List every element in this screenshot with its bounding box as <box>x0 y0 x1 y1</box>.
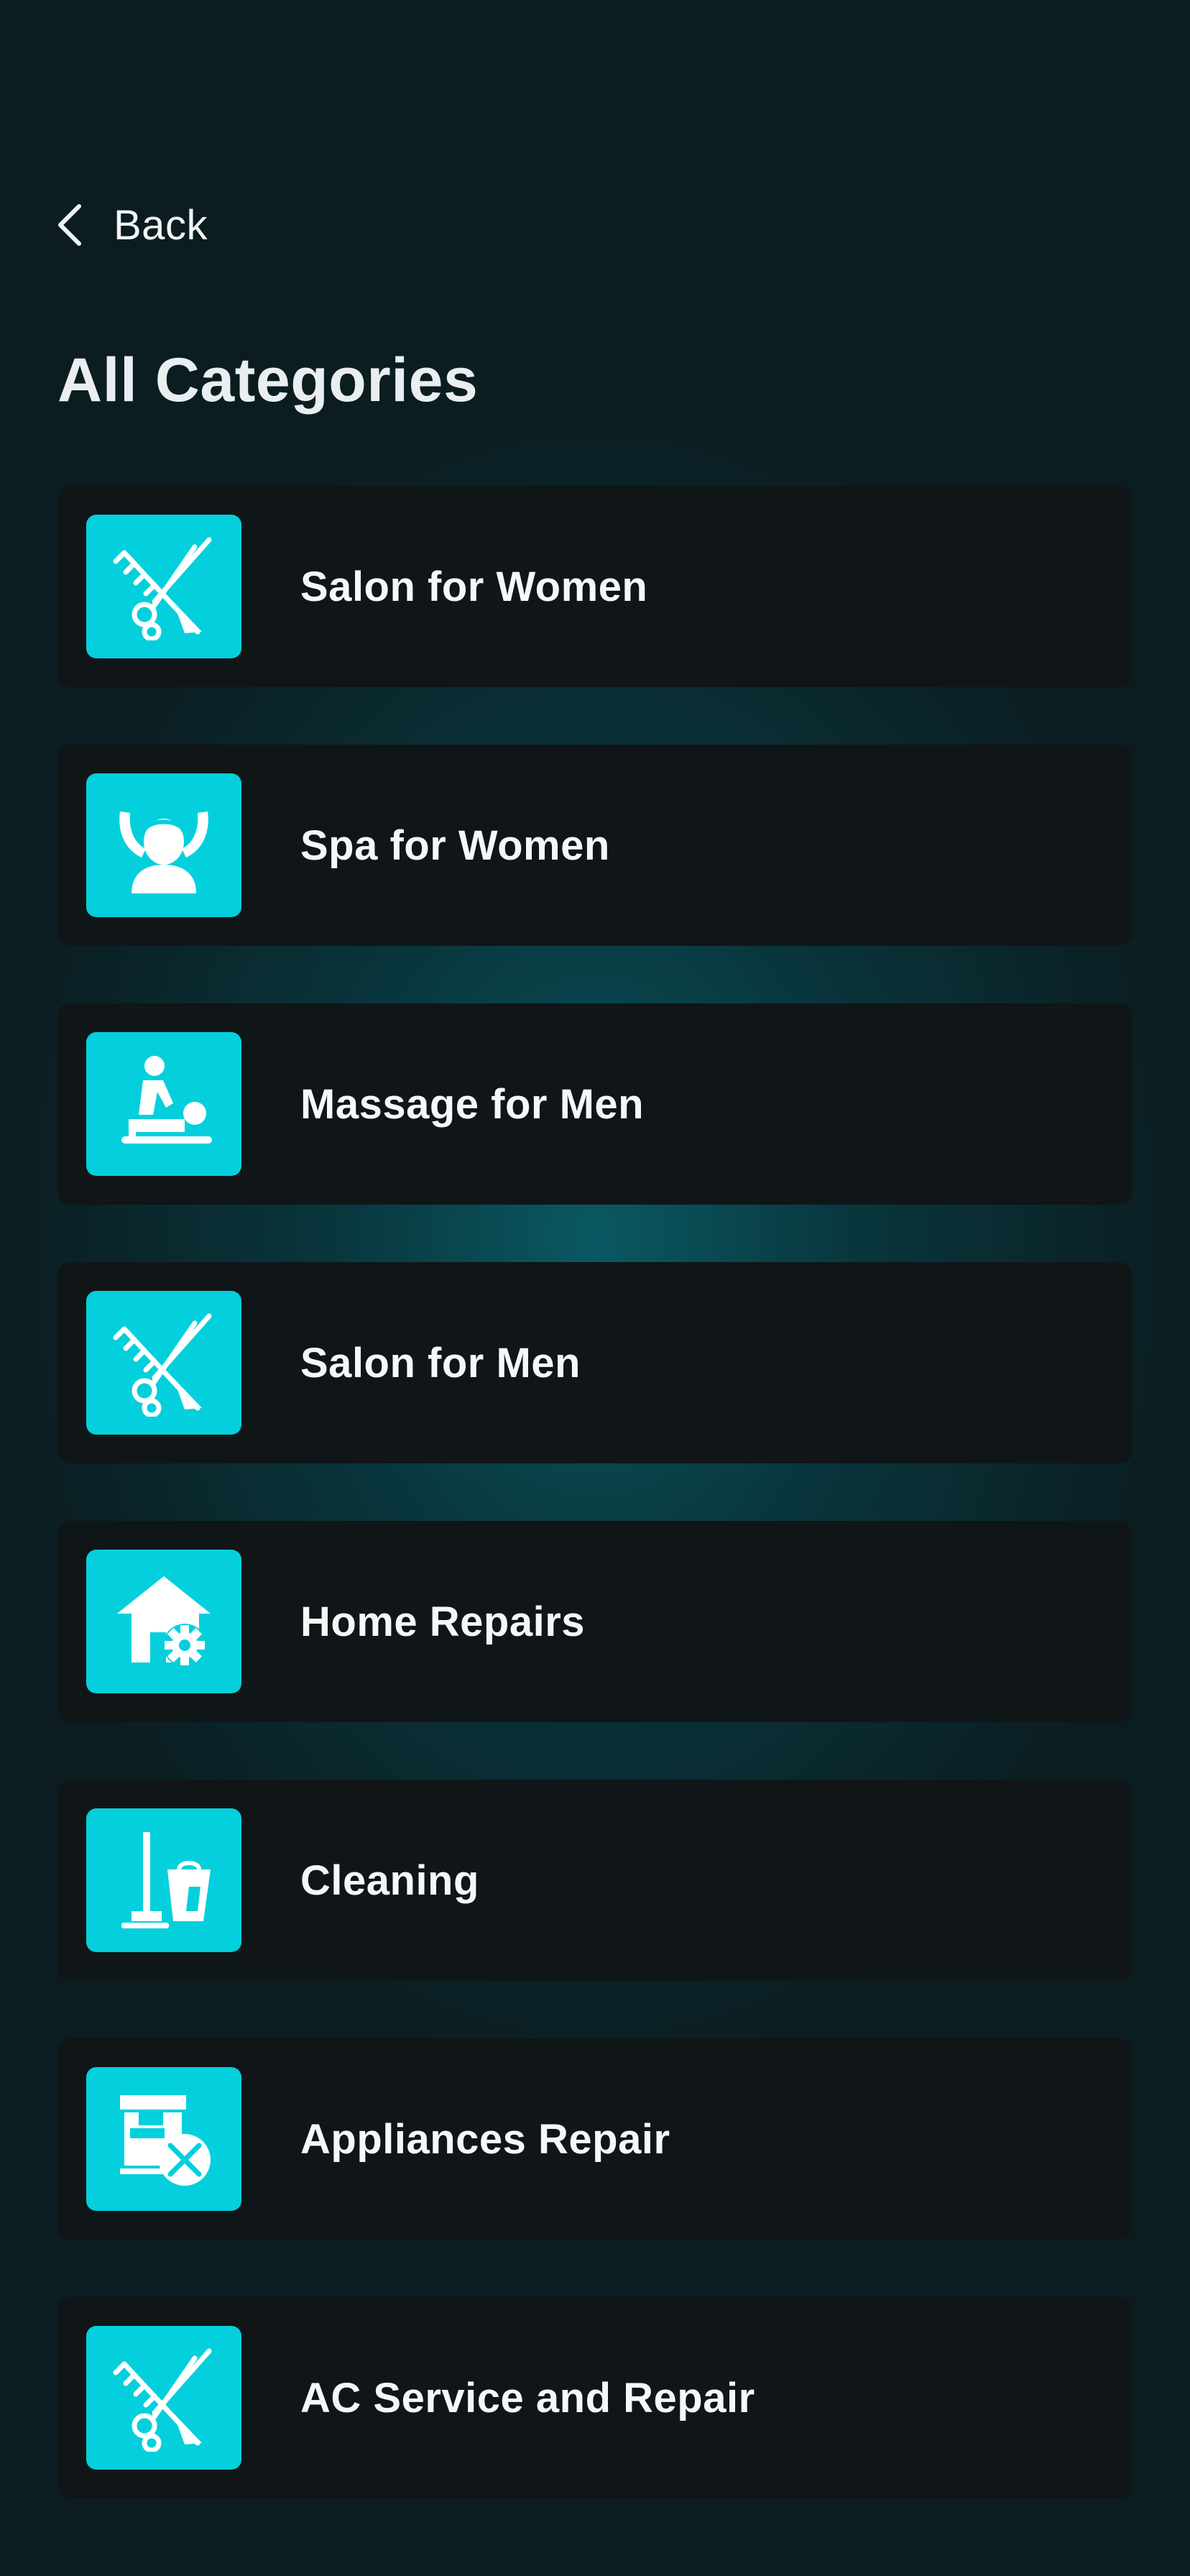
back-label: Back <box>114 201 208 249</box>
chevron-left-icon <box>53 202 88 248</box>
categories-screen: Back All Categories Salon for Women Spa … <box>0 0 1190 2576</box>
mop-bucket-icon <box>86 1808 241 1952</box>
category-label: Massage for Men <box>300 1080 645 1128</box>
category-cleaning[interactable]: Cleaning <box>57 1780 1133 1981</box>
category-label: Appliances Repair <box>300 2115 670 2163</box>
category-ac-service-and-repair[interactable]: AC Service and Repair <box>57 2297 1133 2498</box>
face-spa-icon <box>86 773 241 917</box>
category-massage-for-men[interactable]: Massage for Men <box>57 1003 1133 1205</box>
back-button[interactable]: Back <box>53 200 208 250</box>
category-label: Home Repairs <box>300 1598 586 1645</box>
category-label: Spa for Women <box>300 822 610 869</box>
scissors-comb-icon <box>86 515 241 658</box>
category-salon-for-men[interactable]: Salon for Men <box>57 1262 1133 1463</box>
page-title: All Categories <box>57 346 479 415</box>
appliance-tools-icon <box>86 2067 241 2211</box>
category-salon-for-women[interactable]: Salon for Women <box>57 486 1133 687</box>
scissors-comb-icon <box>86 1291 241 1435</box>
category-label: Salon for Women <box>300 563 648 610</box>
category-spa-for-women[interactable]: Spa for Women <box>57 745 1133 946</box>
scissors-comb-icon <box>86 2326 241 2470</box>
category-label: Salon for Men <box>300 1339 581 1386</box>
house-gear-icon <box>86 1550 241 1693</box>
category-list: Salon for Women Spa for Women Massage fo… <box>57 486 1133 2498</box>
category-label: AC Service and Repair <box>300 2374 755 2421</box>
category-appliances-repair[interactable]: Appliances Repair <box>57 2038 1133 2240</box>
category-home-repairs[interactable]: Home Repairs <box>57 1521 1133 1722</box>
category-label: Cleaning <box>300 1857 479 1904</box>
massage-icon <box>86 1032 241 1176</box>
